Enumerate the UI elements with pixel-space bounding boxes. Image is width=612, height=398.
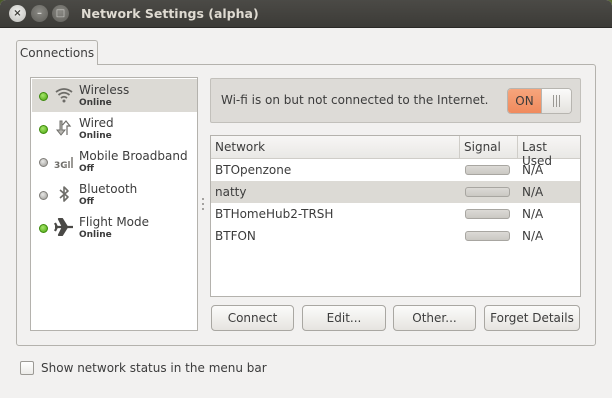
tab-connections[interactable]: Connections	[16, 40, 98, 65]
last-used: N/A	[522, 207, 544, 221]
wifi-toggle-switch[interactable]: ON	[507, 88, 572, 114]
wifi-status-bar: Wi-fi is on but not connected to the Int…	[210, 78, 581, 123]
signal-strength-bar	[465, 187, 510, 197]
device-status: Online	[79, 230, 112, 240]
last-used: N/A	[522, 229, 544, 243]
device-status: Off	[79, 164, 94, 174]
status-indicator	[39, 125, 48, 134]
device-name: Wireless	[79, 83, 130, 97]
airplane-icon	[54, 217, 74, 237]
network-name: BTHomeHub2-TRSH	[215, 207, 334, 221]
window-title: Network Settings (alpha)	[81, 6, 259, 21]
wifi-icon	[54, 85, 74, 105]
signal-strength-bar	[465, 209, 510, 219]
show-status-label[interactable]: Show network status in the menu bar	[41, 361, 267, 375]
column-header-network[interactable]: Network	[211, 136, 459, 159]
pane-resize-handle[interactable]	[201, 198, 205, 210]
bluetooth-icon	[54, 184, 74, 204]
last-used: N/A	[522, 185, 544, 199]
edit-button[interactable]: Edit...	[302, 305, 386, 331]
signal-strength-bar	[465, 231, 510, 241]
network-table: Network Signal Last Used BTOpenzone N/A …	[210, 135, 581, 297]
minimize-icon: –	[37, 8, 42, 19]
maximize-window-button[interactable]: □	[52, 5, 69, 22]
status-indicator	[39, 224, 48, 233]
titlebar: × – □ Network Settings (alpha)	[0, 0, 612, 28]
device-name: Wired	[79, 116, 114, 130]
network-name: BTOpenzone	[215, 163, 292, 177]
network-name: natty	[215, 185, 247, 199]
connect-button[interactable]: Connect	[211, 305, 294, 331]
status-indicator	[39, 92, 48, 101]
device-status: Online	[79, 98, 112, 108]
table-row[interactable]: BTOpenzone N/A	[211, 159, 580, 181]
status-indicator	[39, 191, 48, 200]
network-name: BTFON	[215, 229, 256, 243]
show-status-checkbox[interactable]	[20, 361, 34, 375]
signal-strength-bar	[465, 165, 510, 175]
table-row[interactable]: natty N/A	[211, 181, 580, 203]
device-item-flight-mode[interactable]: Flight Mode Online	[32, 211, 197, 244]
device-name: Flight Mode	[79, 215, 150, 229]
device-name: Mobile Broadband	[79, 149, 188, 163]
device-name: Bluetooth	[79, 182, 138, 196]
device-item-wireless[interactable]: Wireless Online	[32, 79, 197, 112]
close-icon: ×	[13, 8, 22, 19]
other-button[interactable]: Other...	[393, 305, 476, 331]
toggle-on-label: ON	[508, 89, 541, 113]
forget-details-button[interactable]: Forget Details	[484, 305, 580, 331]
column-header-signal[interactable]: Signal	[459, 136, 517, 159]
wifi-status-message: Wi-fi is on but not connected to the Int…	[221, 93, 489, 107]
mobile-broadband-icon: 3G	[54, 151, 74, 171]
device-item-bluetooth[interactable]: Bluetooth Off	[32, 178, 197, 211]
close-window-button[interactable]: ×	[9, 5, 26, 22]
device-status: Off	[79, 197, 94, 207]
device-item-wired[interactable]: Wired Online	[32, 112, 197, 145]
table-row[interactable]: BTFON N/A	[211, 225, 580, 247]
device-status: Online	[79, 131, 112, 141]
device-list: Wireless Online Wired Online 3G Mobile B…	[30, 77, 198, 331]
device-item-mobile-broadband[interactable]: 3G Mobile Broadband Off	[32, 145, 197, 178]
toggle-knob[interactable]	[541, 89, 571, 113]
ethernet-icon	[54, 118, 74, 138]
status-indicator	[39, 158, 48, 167]
table-row[interactable]: BTHomeHub2-TRSH N/A	[211, 203, 580, 225]
network-settings-window: × – □ Network Settings (alpha) Connectio…	[0, 0, 612, 398]
maximize-icon: □	[55, 8, 66, 19]
last-used: N/A	[522, 163, 544, 177]
minimize-window-button[interactable]: –	[31, 5, 48, 22]
column-header-last-used[interactable]: Last Used	[517, 136, 580, 168]
